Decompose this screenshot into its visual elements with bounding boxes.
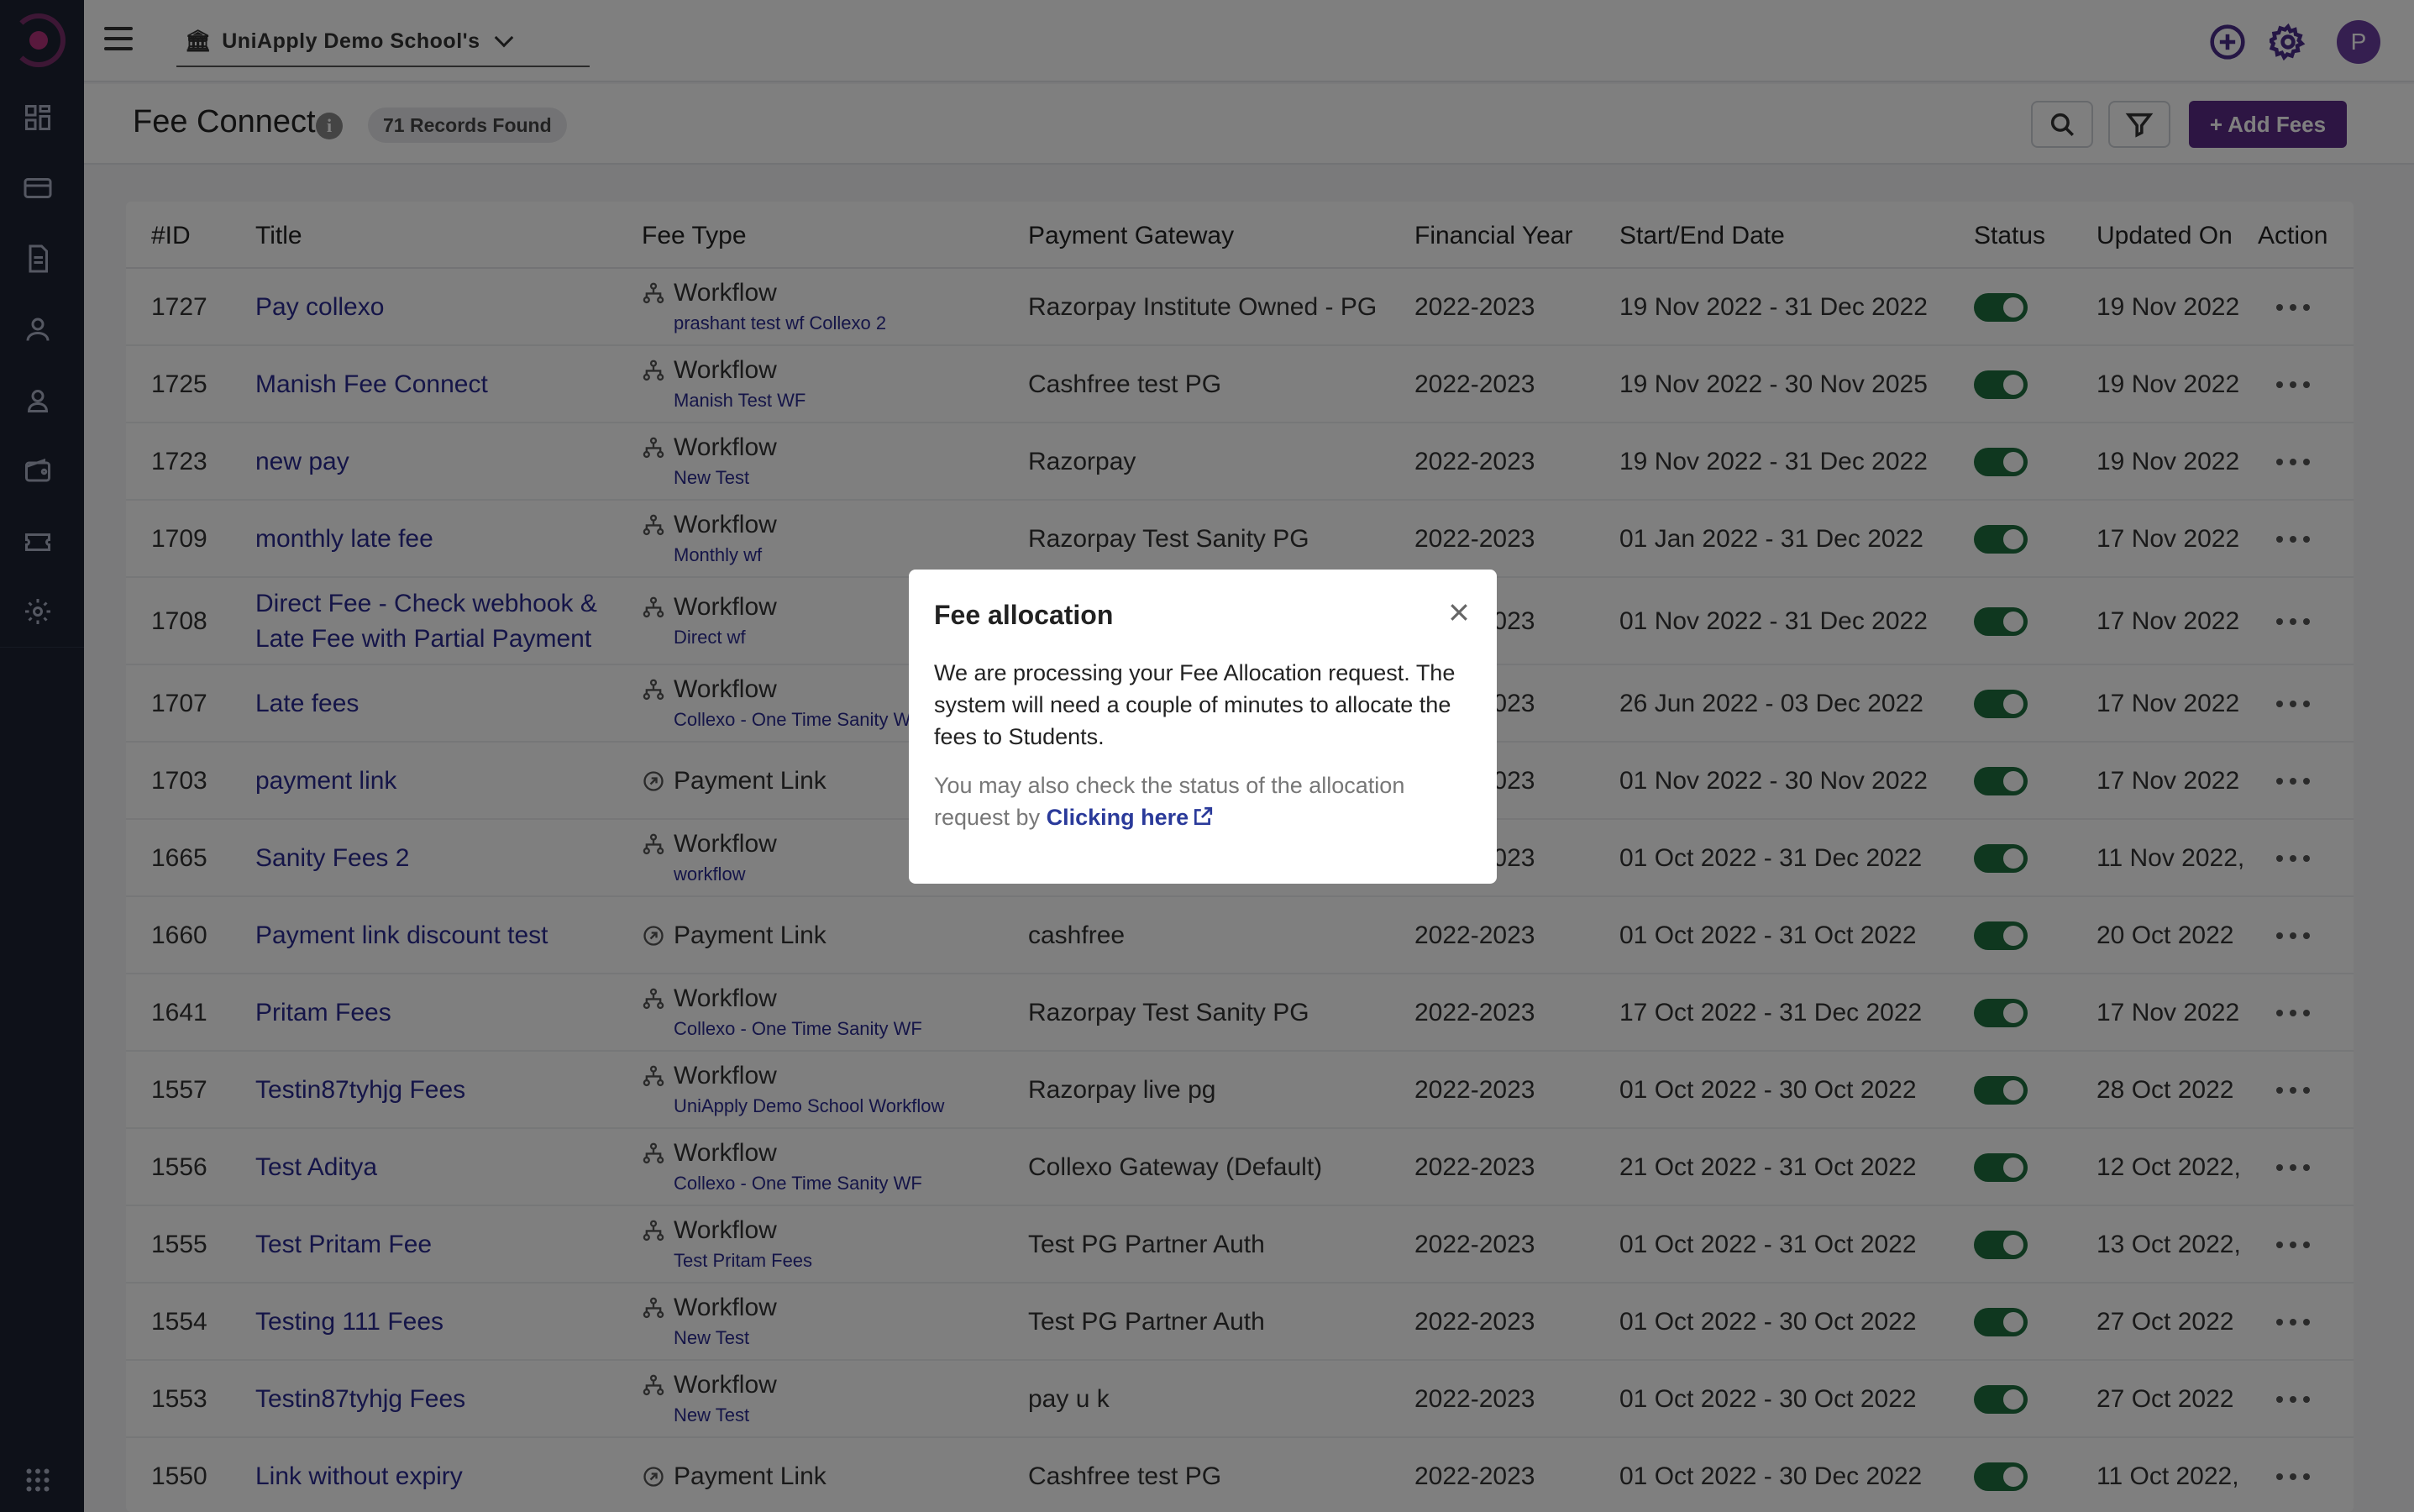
modal-secondary: You may also check the status of the all… [934,769,1472,833]
external-link-icon [1194,806,1213,826]
modal-body: We are processing your Fee Allocation re… [934,660,1456,749]
close-icon[interactable] [1446,600,1472,625]
modal-title: Fee allocation [934,600,1114,630]
link-label: Clicking here [1046,805,1189,830]
clicking-here-link[interactable]: Clicking here [1047,805,1215,830]
fee-allocation-modal: Fee allocation We are processing your Fe… [909,570,1497,884]
